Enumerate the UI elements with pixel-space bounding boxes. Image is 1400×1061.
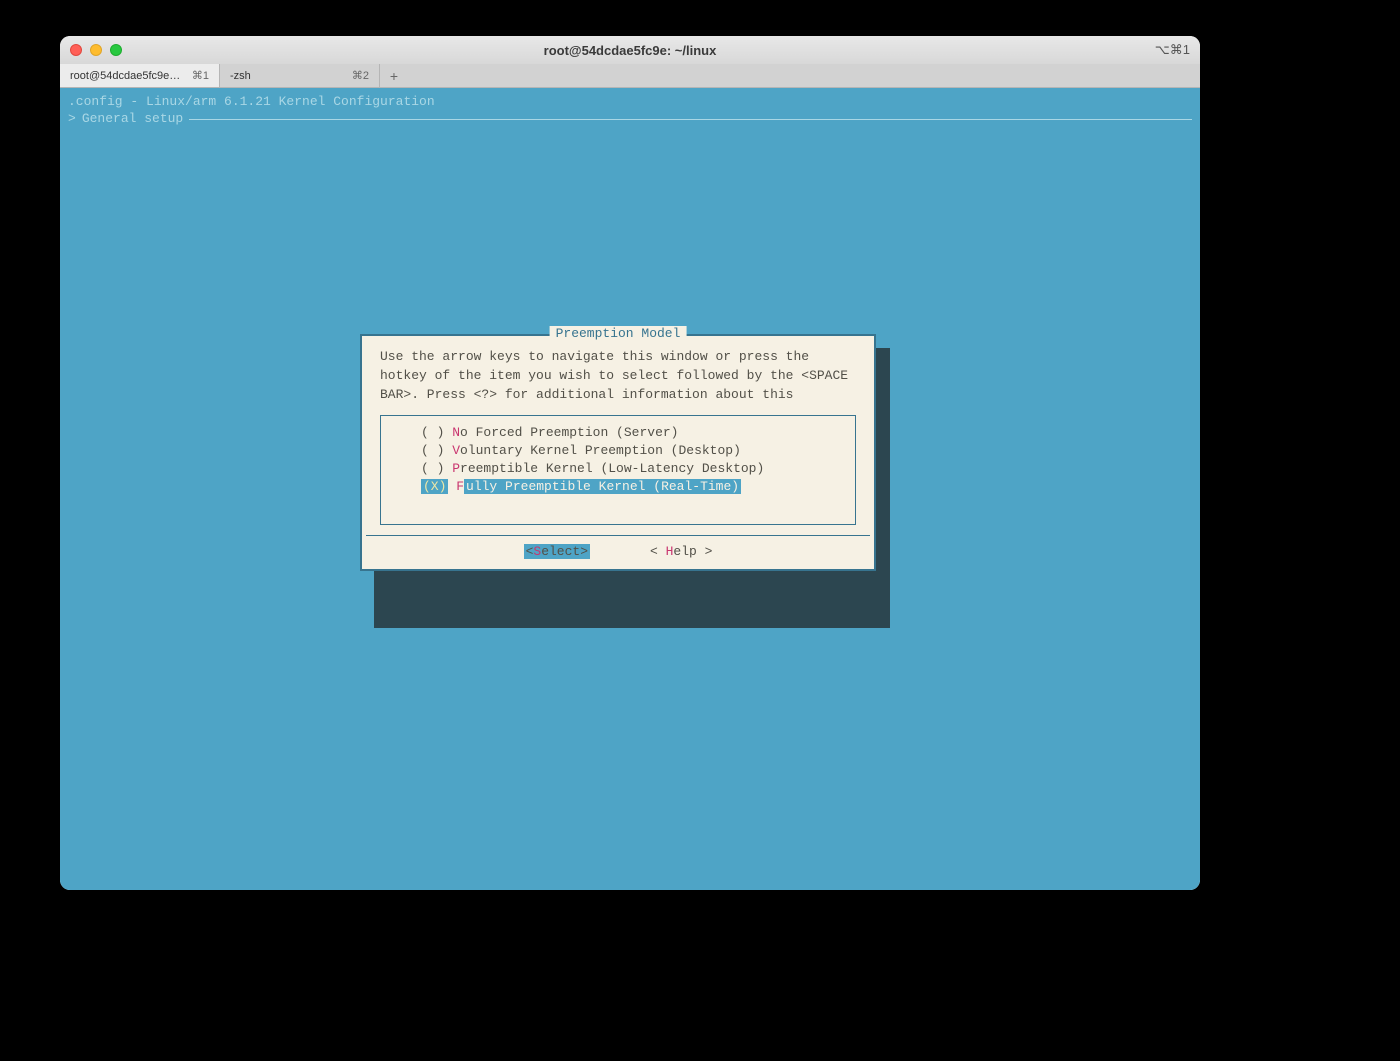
config-header: .config - Linux/arm 6.1.21 Kernel Config… [68,94,1192,109]
titlebar: root@54dcdae5fc9e: ~/linux ⌥⌘1 [60,36,1200,64]
dialog-buttons: <Select> < Help > [362,536,874,569]
tab-shortcut: ⌘2 [352,69,369,82]
dialog-title: Preemption Model [550,326,687,341]
breadcrumb-label: General setup [82,111,183,126]
breadcrumb-arrow: > [68,111,76,126]
tab-label: root@54dcdae5fc9e… [70,70,180,82]
terminal-viewport[interactable]: .config - Linux/arm 6.1.21 Kernel Config… [60,88,1200,890]
option-voluntary-preemption[interactable]: ( ) Voluntary Kernel Preemption (Desktop… [421,442,837,460]
option-preemptible-kernel[interactable]: ( ) Preemptible Kernel (Low-Latency Desk… [421,460,837,478]
option-no-forced-preemption[interactable]: ( ) No Forced Preemption (Server) [421,424,837,442]
window-title: root@54dcdae5fc9e: ~/linux [60,43,1200,58]
add-tab-button[interactable]: + [380,64,408,87]
preemption-dialog: Preemption Model Use the arrow keys to n… [360,334,876,571]
dialog-options: ( ) No Forced Preemption (Server) ( ) Vo… [380,415,856,526]
tab-label: -zsh [230,70,251,82]
tab-bar: root@54dcdae5fc9e… ⌘1 -zsh ⌘2 + [60,64,1200,88]
tab-1[interactable]: root@54dcdae5fc9e… ⌘1 [60,64,220,87]
breadcrumb-rule [189,119,1192,120]
terminal-window: root@54dcdae5fc9e: ~/linux ⌥⌘1 root@54dc… [60,36,1200,890]
tab-shortcut: ⌘1 [192,69,209,82]
tab-2[interactable]: -zsh ⌘2 [220,64,380,87]
help-button[interactable]: < Help > [650,544,712,559]
option-fully-preemptible-rt[interactable]: (X) Fully Preemptible Kernel (Real-Time) [421,478,837,496]
dialog-instructions: Use the arrow keys to navigate this wind… [362,336,874,415]
breadcrumb: > General setup [68,111,1192,126]
select-button[interactable]: <Select> [524,544,590,559]
